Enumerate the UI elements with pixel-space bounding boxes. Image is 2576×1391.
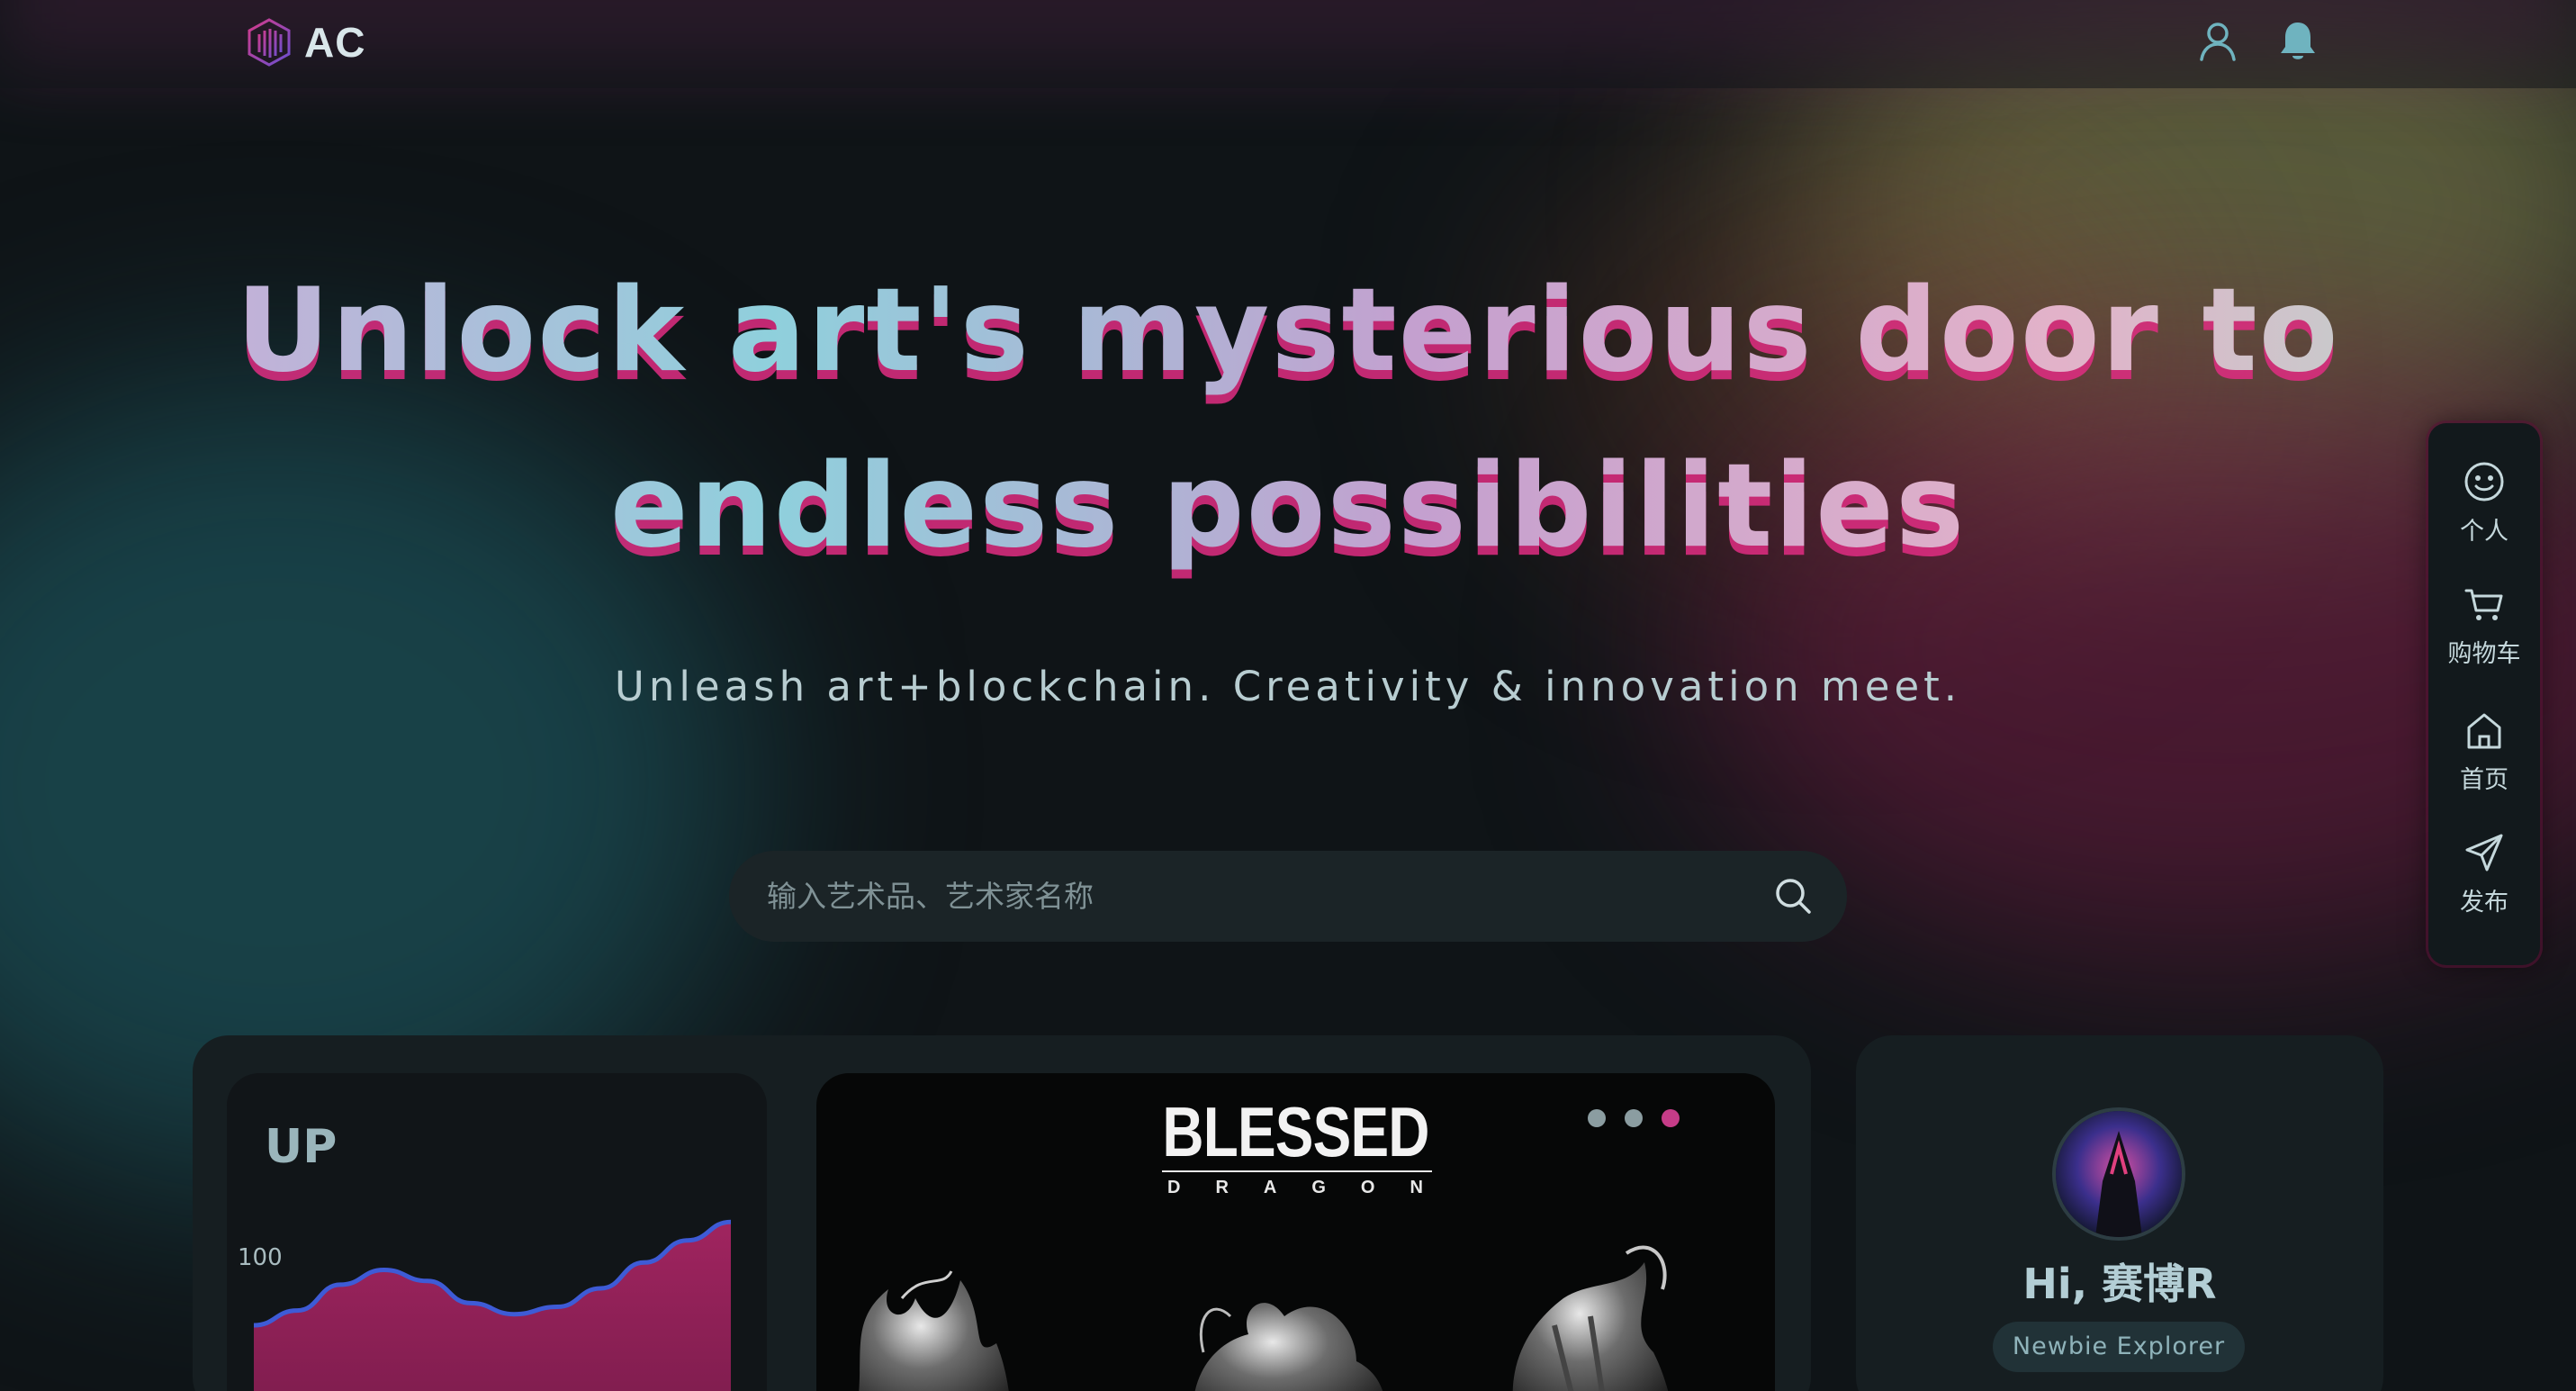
side-nav-label: 购物车 [2447, 640, 2521, 668]
side-nav-item-publish[interactable]: 发布 [2428, 830, 2540, 917]
banner-title: BLESSED [1162, 1092, 1429, 1171]
side-nav-label: 首页 [2460, 766, 2508, 794]
side-nav-label: 发布 [2460, 889, 2508, 917]
chart-title: UP [265, 1120, 338, 1174]
hero-subtitle: Unleash art+blockchain. Creativity & inn… [614, 663, 1962, 710]
profile-card: Hi, 赛博R Newbie Explorer [1856, 1035, 2383, 1391]
cart-icon [2464, 589, 2503, 620]
hero-title-line-1: Unlock art's mysterious door to [236, 264, 2340, 398]
bell-icon[interactable] [2274, 18, 2321, 65]
featured-banner[interactable]: BLESSED DRAGON [816, 1073, 1775, 1391]
smiley-icon [2464, 462, 2504, 501]
user-icon[interactable] [2194, 18, 2241, 65]
side-nav-item-cart[interactable]: 购物车 [2428, 582, 2540, 669]
page: AC Unlock art's mysterious door to endle… [0, 0, 2576, 1391]
carousel-dot-active[interactable] [1662, 1109, 1680, 1127]
search-input[interactable] [767, 851, 1739, 942]
side-nav-label: 个人 [2460, 518, 2508, 546]
side-nav-item-profile[interactable]: 个人 [2428, 459, 2540, 546]
hero-title: Unlock art's mysterious door to endless … [0, 243, 2576, 594]
avatar[interactable] [2056, 1111, 2182, 1237]
search-icon[interactable] [1771, 874, 1815, 917]
home-icon [2467, 713, 2501, 749]
greeting: Hi, 赛博R [2022, 1260, 2217, 1308]
carousel-dots [1588, 1109, 1680, 1127]
carousel-dot[interactable] [1625, 1109, 1643, 1127]
top-header: AC [0, 0, 2576, 88]
avatar-image [2056, 1111, 2182, 1237]
hero-title-line-2: endless possibilities [609, 439, 1967, 574]
hexagon-logo-icon [248, 18, 291, 67]
logo-text: AC [304, 19, 366, 66]
logo[interactable]: AC [247, 18, 365, 67]
send-icon [2465, 834, 2503, 872]
banner-subtitle: DRAGON [1162, 1170, 1432, 1198]
side-nav: 个人 购物车 首页 发布 [2428, 423, 2540, 965]
dragon-artwork-image [859, 1245, 1669, 1391]
up-chart-card[interactable]: UP 100 [227, 1073, 767, 1391]
chart-y-tick: 100 [238, 1244, 283, 1271]
carousel-dot[interactable] [1588, 1109, 1606, 1127]
search-bar [729, 851, 1847, 942]
status-badge: Newbie Explorer [1993, 1322, 2245, 1372]
side-nav-item-home[interactable]: 首页 [2428, 708, 2540, 795]
